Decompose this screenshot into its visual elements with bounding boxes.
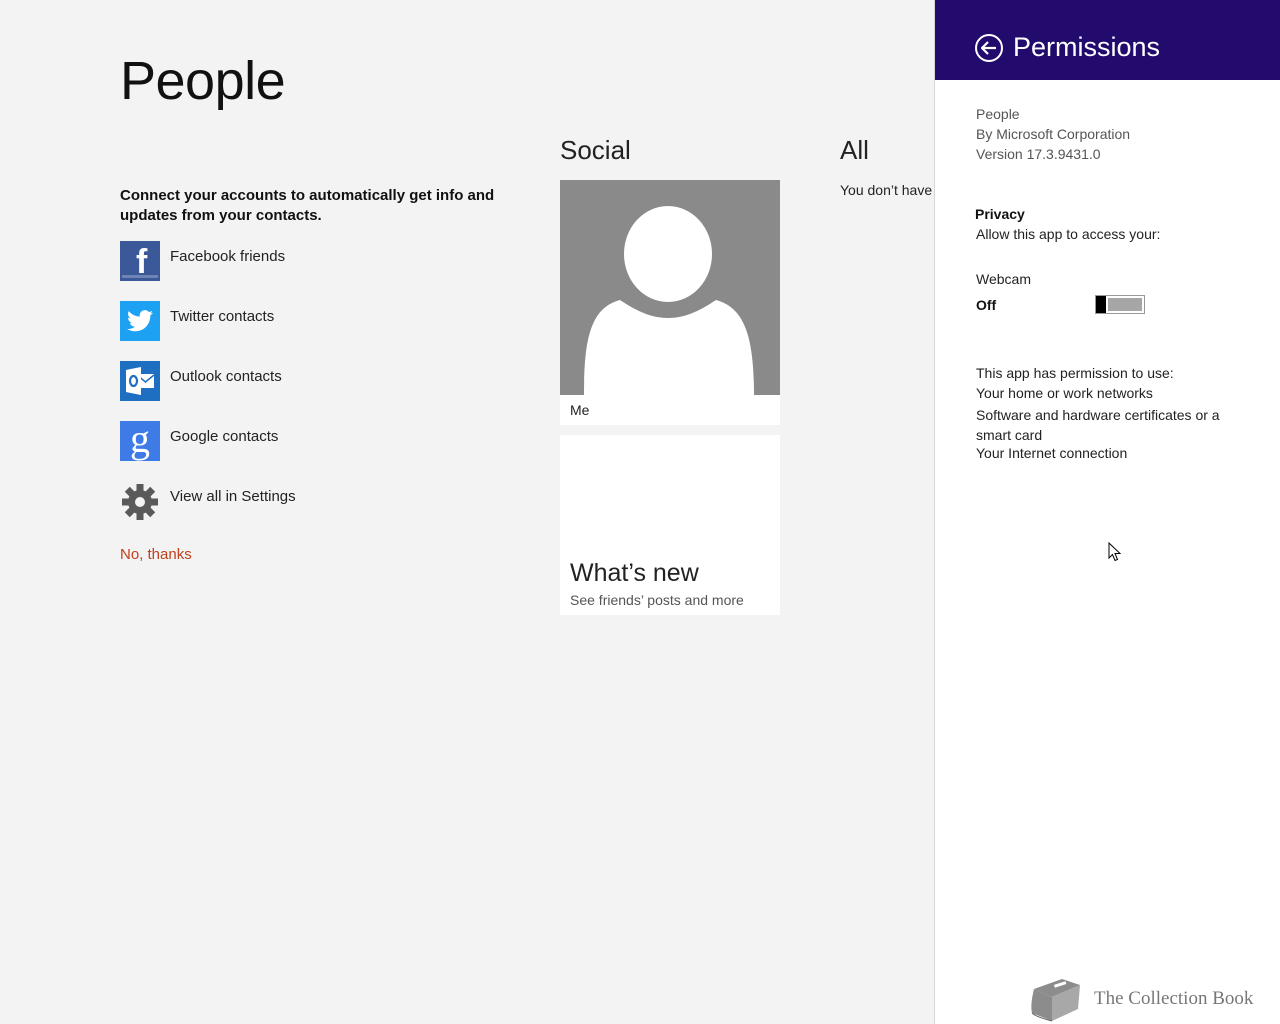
permissions-uses-heading: This app has permission to use: [976, 365, 1174, 381]
toggle-track [1108, 298, 1142, 311]
permissions-panel: Permissions People By Microsoft Corporat… [934, 0, 1280, 1024]
app-publisher: By Microsoft Corporation [976, 126, 1131, 142]
book-icon [1031, 979, 1080, 1022]
me-tile-label: Me [570, 402, 590, 418]
social-heading: Social [560, 135, 631, 165]
mouse-cursor-icon [1108, 542, 1122, 562]
permission-item: Software and hardware certificates or a … [976, 407, 1220, 443]
twitter-icon [120, 301, 160, 341]
outlook-contacts-label: Outlook contacts [170, 367, 282, 385]
toggle-thumb [1096, 296, 1106, 313]
avatar [560, 180, 780, 395]
watermark: The Collection Book [1028, 975, 1253, 1023]
privacy-heading: Privacy [975, 206, 1025, 222]
webcam-state: Off [976, 297, 997, 313]
google-contacts-label: Google contacts [170, 427, 279, 445]
facebook-friends-link[interactable]: f Facebook friends [120, 241, 285, 281]
permissions-header: Permissions [935, 0, 1280, 80]
permissions-title: Permissions [1013, 32, 1161, 62]
outlook-contacts-link[interactable]: Outlook contacts [120, 361, 282, 401]
all-empty-text: You don’t have [840, 182, 933, 198]
all-heading: All [840, 135, 869, 165]
permission-item: Your Internet connection [976, 445, 1128, 461]
twitter-contacts-label: Twitter contacts [170, 307, 275, 325]
facebook-icon: f [120, 241, 160, 281]
watermark-text: The Collection Book [1094, 988, 1254, 1009]
gear-icon [120, 481, 160, 521]
no-thanks-link[interactable]: No, thanks [120, 546, 192, 563]
whats-new-tile[interactable]: What’s new See friends’ posts and more [560, 435, 780, 615]
connect-accounts-message: Connect your accounts to automatically g… [120, 187, 495, 224]
me-tile[interactable]: Me [560, 180, 780, 425]
back-arrow-icon [981, 41, 996, 55]
google-contacts-link[interactable]: g Google contacts [120, 421, 278, 461]
facebook-friends-label: Facebook friends [170, 247, 286, 265]
page-title: People [120, 51, 286, 111]
privacy-description: Allow this app to access your: [976, 226, 1161, 242]
outlook-icon [120, 361, 160, 401]
back-button[interactable] [975, 34, 1003, 62]
google-icon: g [120, 421, 160, 461]
app-version: Version 17.3.9431.0 [976, 146, 1101, 162]
view-all-settings-label: View all in Settings [170, 487, 296, 505]
app-name: People [976, 106, 1020, 122]
whats-new-subtitle: See friends’ posts and more [570, 592, 744, 608]
webcam-toggle[interactable] [1095, 295, 1145, 314]
permission-item: Your home or work networks [976, 385, 1153, 401]
webcam-label: Webcam [976, 271, 1031, 287]
view-all-settings-link[interactable]: View all in Settings [120, 481, 296, 521]
twitter-contacts-link[interactable]: Twitter contacts [120, 301, 274, 341]
whats-new-title: What’s new [570, 559, 699, 587]
